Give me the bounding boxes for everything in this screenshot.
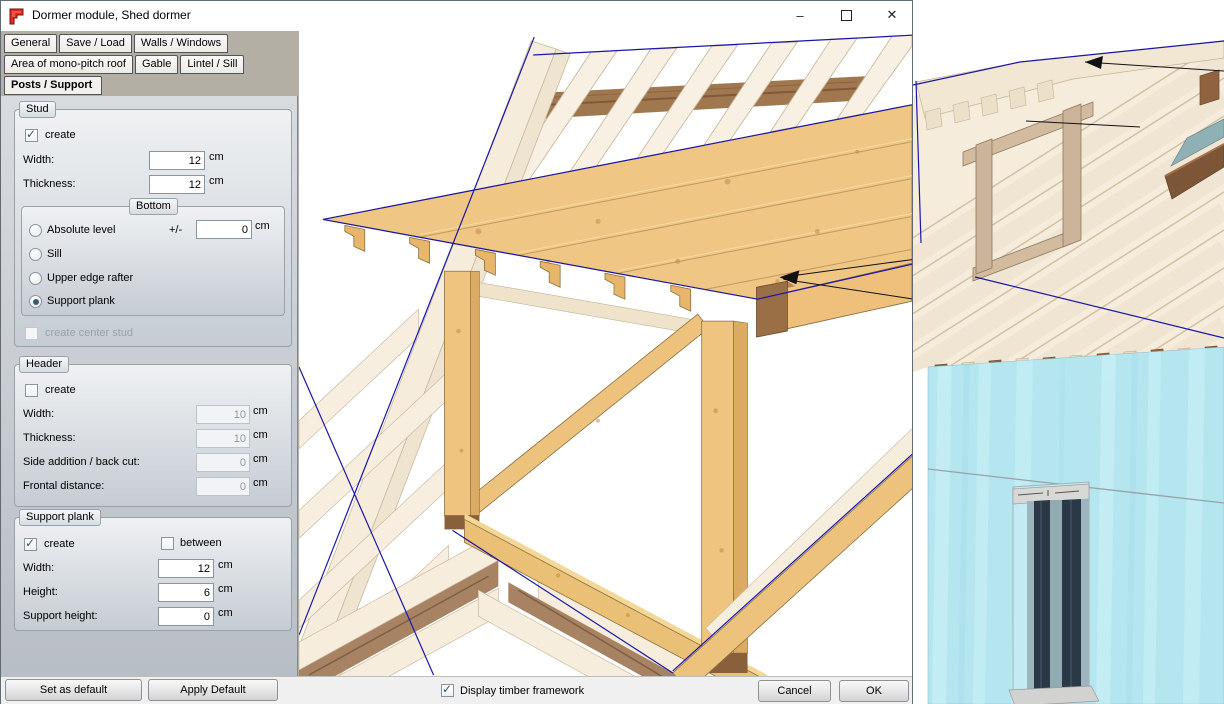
header-frontal-unit: cm <box>253 477 268 489</box>
window-title: Dormer module, Shed dormer <box>32 8 191 22</box>
diagonal-brace <box>458 314 708 520</box>
maximize-icon[interactable] <box>833 3 859 27</box>
posts-support-page: Stud create Width: 12 cm Thickness: 12 c… <box>1 96 298 676</box>
support-plank-between-checkbox[interactable] <box>161 537 174 550</box>
plusminus-label: +/- <box>169 224 182 236</box>
radio-support-plank-label: Support plank <box>47 295 115 307</box>
support-plank-height-unit: cm <box>218 583 233 595</box>
tab-area-mono-pitch-roof[interactable]: Area of mono-pitch roof <box>4 55 133 74</box>
header-width-field: 10 <box>196 405 250 424</box>
app-icon <box>9 8 26 25</box>
radio-upper-edge-rafter-label: Upper edge rafter <box>47 272 133 284</box>
stud-width-field[interactable]: 12 <box>149 151 205 170</box>
application-root: Dormer module, Shed dormer – ✕ General S… <box>0 0 1224 704</box>
header-side-field: 0 <box>196 453 250 472</box>
radio-support-plank[interactable] <box>29 295 42 308</box>
support-plank-between-label: between <box>180 537 222 549</box>
header-frontal-field: 0 <box>196 477 250 496</box>
left-post <box>445 271 471 515</box>
roof-underside-band <box>460 279 701 335</box>
tab-save-load[interactable]: Save / Load <box>59 34 132 53</box>
dormer-dialog: Dormer module, Shed dormer – ✕ General S… <box>0 0 913 704</box>
support-plank-create-checkbox[interactable] <box>24 538 37 551</box>
tab-lintel-sill[interactable]: Lintel / Sill <box>180 55 244 74</box>
tab-gable[interactable]: Gable <box>135 55 178 74</box>
radio-absolute-level[interactable] <box>29 224 42 237</box>
radio-upper-edge-rafter[interactable] <box>29 272 42 285</box>
ok-button[interactable]: OK <box>839 680 909 702</box>
title-bar[interactable]: Dormer module, Shed dormer – ✕ <box>1 1 912 32</box>
support-plank-support-height-field[interactable]: 0 <box>158 607 214 626</box>
header-thickness-label: Thickness: <box>23 432 76 444</box>
radio-sill-label: Sill <box>47 248 62 260</box>
header-thickness-field: 10 <box>196 429 250 448</box>
header-side-unit: cm <box>253 453 268 465</box>
support-plank-width-label: Width: <box>23 562 54 574</box>
apply-default-button[interactable]: Apply Default <box>148 679 278 701</box>
window-glass-center <box>1050 500 1062 690</box>
tab-general[interactable]: General <box>4 34 57 53</box>
stud-create-label: create <box>45 129 76 141</box>
window-glass-right <box>1081 499 1089 692</box>
stud-width-unit: cm <box>209 151 224 163</box>
cancel-button[interactable]: Cancel <box>758 680 831 702</box>
stud-thickness-label: Thickness: <box>23 178 76 190</box>
support-plank-height-label: Height: <box>23 586 58 598</box>
header-side-label: Side addition / back cut: <box>23 456 140 468</box>
support-plank-height-field[interactable]: 6 <box>158 583 214 602</box>
header-width-unit: cm <box>253 405 268 417</box>
header-thickness-unit: cm <box>253 429 268 441</box>
support-plank-width-unit: cm <box>218 559 233 571</box>
header-create-label: create <box>45 384 76 396</box>
display-timber-framework-label: Display timber framework <box>460 685 584 697</box>
bottom-group-label: Bottom <box>129 198 178 215</box>
support-plank-width-field[interactable]: 12 <box>158 559 214 578</box>
create-center-stud-label: create center stud <box>45 327 133 339</box>
support-plank-create-label: create <box>44 538 75 550</box>
settings-panel: General Save / Load Walls / Windows Area… <box>1 31 299 676</box>
main-view-scene <box>913 0 1224 704</box>
tab-row-1: General Save / Load Walls / Windows <box>4 34 230 53</box>
bottom-offset-field[interactable]: 0 <box>196 220 252 239</box>
window-glass-left <box>1027 501 1034 690</box>
stud-create-checkbox[interactable] <box>25 129 38 142</box>
bottom-offset-unit: cm <box>255 220 270 232</box>
support-plank-support-height-label: Support height: <box>23 610 98 622</box>
set-as-default-button[interactable]: Set as default <box>5 679 142 701</box>
right-post <box>702 321 734 653</box>
purlin-end-block <box>757 281 788 337</box>
header-create-checkbox[interactable] <box>25 384 38 397</box>
window-sash-left <box>1034 500 1050 691</box>
radio-absolute-level-label: Absolute level <box>47 224 116 236</box>
tab-row-2: Area of mono-pitch roof Gable Lintel / S… <box>4 55 246 74</box>
tab-row-3: Posts / Support <box>4 76 104 95</box>
dormer-3d-preview[interactable] <box>299 31 912 676</box>
radio-sill[interactable] <box>29 248 42 261</box>
stud-group-label: Stud <box>19 101 56 118</box>
close-icon[interactable]: ✕ <box>879 3 905 27</box>
tab-walls-windows[interactable]: Walls / Windows <box>134 34 228 53</box>
minimize-icon[interactable]: – <box>787 3 813 27</box>
support-plank-support-height-unit: cm <box>218 607 233 619</box>
stud-thickness-field[interactable]: 12 <box>149 175 205 194</box>
header-group-label: Header <box>19 356 69 373</box>
create-center-stud-checkbox <box>25 327 38 340</box>
display-timber-framework-checkbox[interactable] <box>441 684 454 697</box>
main-3d-view[interactable] <box>913 0 1224 704</box>
stud-thickness-unit: cm <box>209 175 224 187</box>
header-frontal-label: Frontal distance: <box>23 480 104 492</box>
dialog-footer: Set as default Apply Default Display tim… <box>1 676 912 704</box>
dormer-preview-scene <box>299 31 912 676</box>
tab-posts-support[interactable]: Posts / Support <box>4 76 102 95</box>
header-width-label: Width: <box>23 408 54 420</box>
stud-width-label: Width: <box>23 154 54 166</box>
support-plank-group-label: Support plank <box>19 509 101 526</box>
